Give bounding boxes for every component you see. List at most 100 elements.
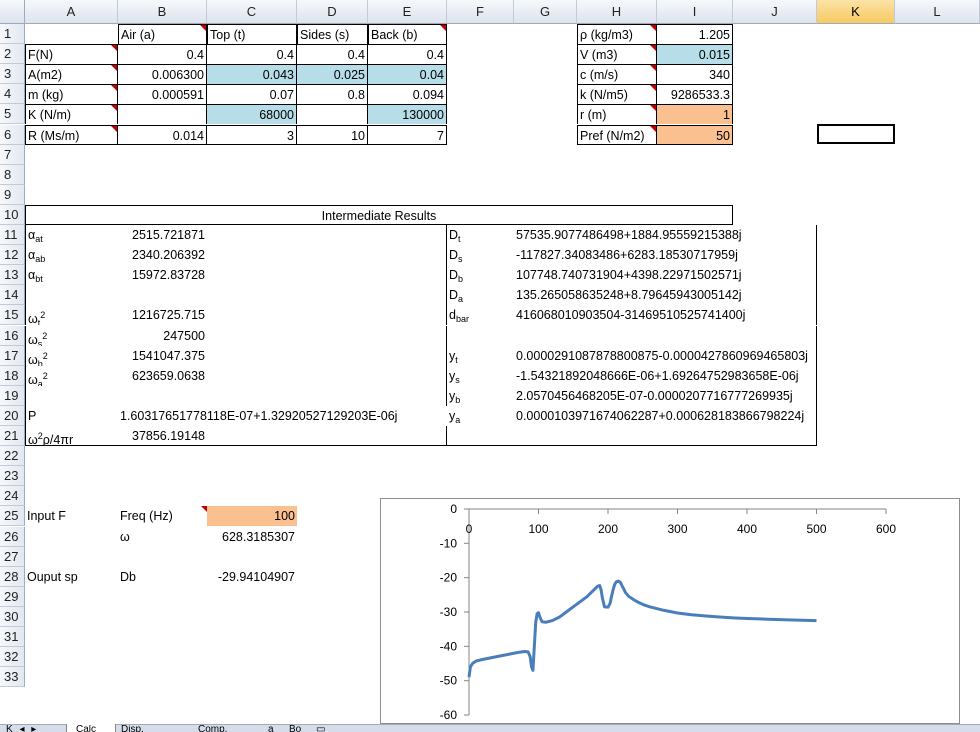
param-value-1-0[interactable]: 0.006300 (118, 64, 207, 85)
constant-value-0[interactable]: 1.205 (657, 24, 733, 45)
param-value-4-0[interactable]: 0.014 (118, 124, 207, 145)
empty-cell[interactable] (207, 225, 297, 245)
row-header-16[interactable]: 16 (0, 325, 25, 346)
row-header-18[interactable]: 18 (0, 365, 25, 386)
empty-cell[interactable] (207, 285, 297, 305)
param-value-3-1[interactable]: 68000 (207, 104, 297, 125)
intermediate-right-label-20[interactable]: ya (447, 406, 514, 426)
freq-input[interactable]: 100 (207, 506, 297, 527)
param-label-0[interactable]: F(N) (25, 44, 118, 65)
select-all-corner[interactable] (0, 0, 25, 24)
empty-cell[interactable] (368, 426, 447, 447)
intermediate-right-value-16[interactable] (514, 325, 817, 346)
empty-cell[interactable] (207, 305, 297, 325)
empty-cell[interactable] (297, 305, 368, 325)
intermediate-right-value-21[interactable] (514, 426, 817, 447)
constant-label-3[interactable]: k (N/m5) (577, 84, 657, 105)
row-header-32[interactable]: 32 (0, 647, 25, 668)
row-header-12[interactable]: 12 (0, 245, 25, 266)
row-header-1[interactable]: 1 (0, 24, 25, 45)
column-header-e[interactable]: E (368, 0, 447, 24)
intermediate-value-20[interactable]: 1.60317651778118E-07+1.32920527129203E-0… (118, 406, 447, 426)
row-header-25[interactable]: 25 (0, 506, 25, 527)
intermediate-label-13[interactable]: αbt (25, 265, 118, 286)
param-value-4-3[interactable]: 7 (368, 124, 447, 145)
column-header-f[interactable]: F (447, 0, 514, 24)
empty-cell[interactable] (207, 386, 297, 406)
constant-label-1[interactable]: V (m3) (577, 44, 657, 65)
input-f-label[interactable]: Input F (25, 506, 118, 526)
empty-cell[interactable] (297, 426, 368, 447)
intermediate-right-value-12[interactable]: -117827.34083486+6283.18530717959j (514, 245, 817, 266)
empty-cell[interactable] (368, 225, 447, 246)
column-header-b[interactable]: B (118, 0, 207, 24)
row-header-24[interactable]: 24 (0, 486, 25, 507)
intermediate-right-value-13[interactable]: 107748.740731904+4398.22971502571j (514, 265, 817, 286)
intermediate-right-label-12[interactable]: Ds (447, 245, 514, 265)
row-header-21[interactable]: 21 (0, 426, 25, 447)
empty-cell[interactable] (297, 285, 368, 305)
empty-cell[interactable] (207, 346, 297, 366)
column-header-i[interactable]: I (657, 0, 733, 24)
row-header-17[interactable]: 17 (0, 345, 25, 366)
intermediate-value-16[interactable]: 247500 (118, 326, 207, 346)
row-header-5[interactable]: 5 (0, 104, 25, 125)
new-sheet-icon[interactable]: ▭ (310, 725, 331, 732)
intermediate-label-21[interactable]: ω2ρ/4πr (25, 426, 118, 447)
constant-value-3[interactable]: 9286533.3 (657, 84, 733, 105)
intermediate-right-label-18[interactable]: ys (447, 366, 514, 386)
empty-cell[interactable] (207, 245, 297, 265)
param-value-1-3[interactable]: 0.04 (368, 64, 447, 85)
omega-value[interactable]: 628.3185307 (207, 527, 297, 547)
empty-cell[interactable] (297, 326, 368, 346)
row-header-19[interactable]: 19 (0, 385, 25, 406)
intermediate-right-value-18[interactable]: -1.54321892048666E-06+1.69264752983658E-… (514, 365, 817, 386)
empty-cell[interactable] (297, 245, 368, 265)
row-header-14[interactable]: 14 (0, 285, 25, 306)
intermediate-value-12[interactable]: 2340.206392 (118, 245, 207, 265)
row-header-2[interactable]: 2 (0, 44, 25, 65)
intermediate-right-label-16[interactable] (447, 326, 514, 346)
empty-cell[interactable] (207, 426, 297, 447)
row-header-4[interactable]: 4 (0, 84, 25, 105)
empty-cell[interactable] (297, 386, 368, 406)
param-value-3-0[interactable] (118, 104, 207, 125)
constant-label-5[interactable]: Pref (N/m2) (577, 124, 657, 145)
param-value-2-0[interactable]: 0.000591 (118, 84, 207, 105)
db-value[interactable]: -29.94104907 (207, 567, 297, 587)
sheet-tab-disp[interactable]: Disp. (115, 725, 150, 732)
freq-label[interactable]: Freq (Hz) (118, 506, 207, 526)
sheet-tab-comp[interactable]: Comp. (192, 725, 233, 732)
row-header-23[interactable]: 23 (0, 466, 25, 487)
intermediate-results-title[interactable]: Intermediate Results (25, 204, 733, 225)
output-label[interactable]: Ouput sp (25, 567, 118, 587)
empty-cell[interactable] (297, 265, 368, 285)
row-header-10[interactable]: 10 (0, 204, 25, 225)
param-header-3[interactable]: Back (b) (368, 24, 447, 45)
intermediate-value-21[interactable]: 37856.19148 (118, 426, 207, 447)
param-label-3[interactable]: K (N/m) (25, 104, 118, 125)
param-value-2-1[interactable]: 0.07 (207, 84, 297, 105)
column-header-h[interactable]: H (577, 0, 657, 24)
intermediate-right-value-11[interactable]: 57535.9077486498+1884.95559215388j (514, 225, 817, 246)
intermediate-right-value-15[interactable]: 416068010903504-31469510525741400j (514, 305, 817, 326)
empty-cell[interactable] (368, 345, 447, 366)
intermediate-label-17[interactable]: ωb2 (25, 345, 118, 366)
intermediate-right-value-19[interactable]: 2.0570456468205E-07-0.000020771677726993… (514, 385, 817, 406)
row-header-11[interactable]: 11 (0, 225, 25, 246)
empty-cell[interactable] (297, 225, 368, 245)
intermediate-label-19[interactable] (25, 385, 118, 406)
intermediate-value-17[interactable]: 1541047.375 (118, 346, 207, 366)
intermediate-value-18[interactable]: 623659.0638 (118, 366, 207, 386)
row-header-6[interactable]: 6 (0, 124, 25, 145)
intermediate-right-label-21[interactable] (447, 426, 514, 447)
param-header-1[interactable]: Top (t) (207, 24, 297, 45)
intermediate-label-11[interactable]: αat (25, 225, 118, 246)
intermediate-label-16[interactable]: ωs2 (25, 325, 118, 346)
param-value-3-3[interactable]: 130000 (368, 104, 447, 125)
intermediate-right-label-11[interactable]: Dt (447, 225, 514, 245)
sheet-tab-bo[interactable]: Bo (283, 725, 307, 732)
empty-cell[interactable] (368, 365, 447, 386)
intermediate-label-15[interactable]: ωt2 (25, 305, 118, 326)
row-header-15[interactable]: 15 (0, 305, 25, 326)
